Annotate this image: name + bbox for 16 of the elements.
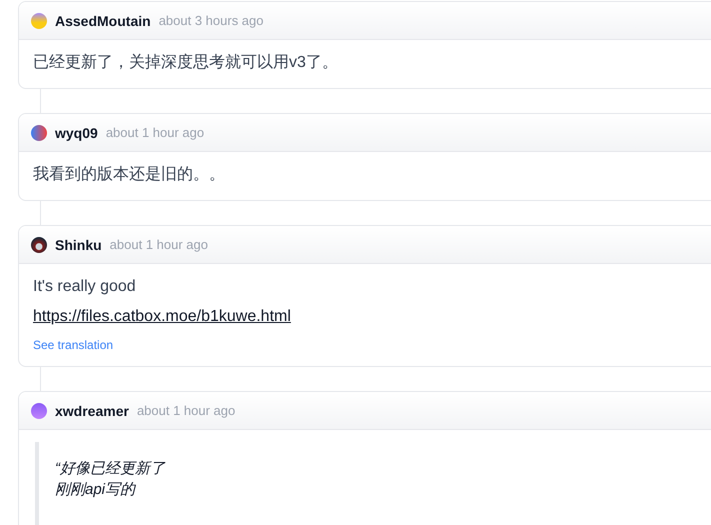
- comment-time: about 1 hour ago: [106, 125, 204, 140]
- comment-text: It's really good: [33, 277, 136, 297]
- quote-text: “好像已经更新了: [55, 459, 165, 479]
- see-translation-link[interactable]: See translation: [33, 338, 114, 352]
- author-name[interactable]: xwdreamer: [55, 402, 129, 418]
- comment-text: 已经更新了，关掉深度思考就可以用v3了。: [33, 52, 338, 73]
- comment-time: about 1 hour ago: [110, 237, 208, 252]
- quote-text: 刚刚api写的: [55, 480, 137, 500]
- author-name[interactable]: wyq09: [55, 124, 98, 140]
- author-name[interactable]: AssedMoutain: [55, 12, 151, 28]
- author-name[interactable]: Shinku: [55, 236, 102, 252]
- avatar-icon[interactable]: [31, 236, 47, 252]
- comment-link[interactable]: https://files.catbox.moe/b1kuwe.html: [33, 306, 291, 328]
- comment-time: about 1 hour ago: [136, 403, 236, 418]
- comment-time: about 3 hours ago: [158, 13, 264, 28]
- comment-text: 我看到的版本还是旧的。。: [33, 164, 225, 185]
